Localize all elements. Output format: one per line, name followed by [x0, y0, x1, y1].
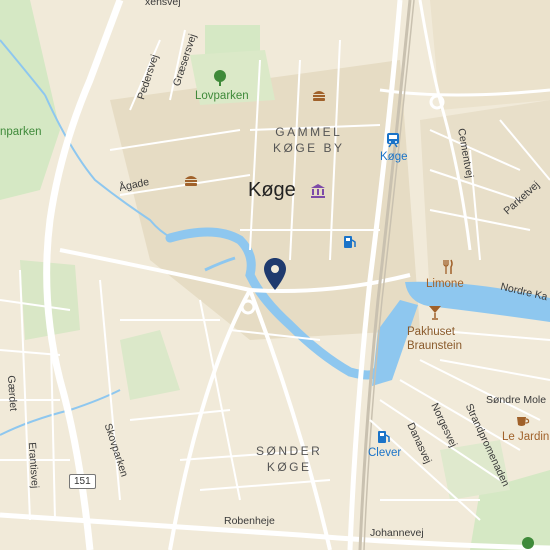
street-label-erantisvej: Erantisvej [25, 441, 41, 489]
fork-knife-icon[interactable] [440, 258, 456, 276]
district-label-sonder-koge: SØNDER KØGE [256, 444, 323, 474]
poi-label-koge-station[interactable]: Køge [380, 151, 408, 164]
poi-label-le-jardin[interactable]: Le Jardin [502, 431, 549, 444]
street-label-johannevej: Johannevej [370, 527, 424, 539]
cocktail-bar-icon[interactable] [427, 303, 443, 321]
district-label-gammel-koge-by: GAMMEL KØGE BY [273, 125, 345, 155]
poi-label-nparken[interactable]: nparken [0, 126, 42, 139]
city-label[interactable]: Køge [248, 180, 296, 200]
train-station-icon[interactable] [385, 131, 401, 149]
street-label-robenheje: Robenheje [224, 515, 275, 527]
location-pin-icon[interactable] [262, 256, 288, 292]
park-tree-icon[interactable] [519, 536, 537, 550]
burger-icon[interactable] [311, 87, 327, 103]
park-tree-icon[interactable] [211, 68, 229, 88]
road-shield-151: 151 [69, 474, 96, 489]
poi-label-clever[interactable]: Clever [368, 447, 401, 460]
coffee-cup-icon[interactable] [515, 413, 531, 429]
museum-icon[interactable] [309, 182, 327, 200]
fuel-station-icon[interactable] [341, 233, 359, 251]
fuel-station-icon[interactable] [375, 428, 393, 446]
street-label-sondre-mole: Søndre Mole [486, 394, 547, 406]
street-label-axensvej: xensvej [145, 0, 181, 8]
map-canvas[interactable]: xensvej Pedersvej Græsersvej Ågade Cemen… [0, 0, 550, 550]
poi-label-limone[interactable]: Limone [426, 278, 464, 291]
poi-label-pakhuset-braunstein[interactable]: Pakhuset Braunstein [407, 325, 462, 353]
poi-label-lovparken[interactable]: Lovparken [195, 90, 249, 103]
burger-icon[interactable] [183, 172, 199, 188]
street-label-gaerdet: Gærdet [4, 375, 20, 412]
